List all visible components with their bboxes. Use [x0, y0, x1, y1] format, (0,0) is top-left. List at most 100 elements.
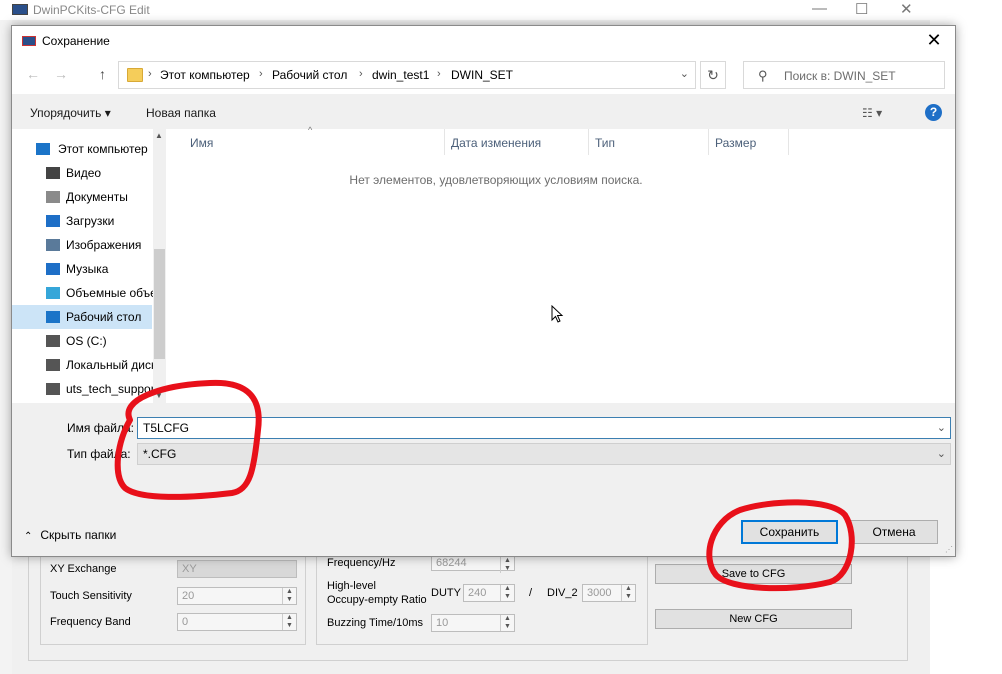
background-titlebar: DwinPCKits-CFG Edit — ☐ ✕ [0, 0, 930, 20]
music-icon [46, 263, 60, 275]
duty-stepper[interactable]: 240 ▲ ▼ [463, 584, 515, 602]
breadcrumb-separator: › [259, 68, 263, 80]
tree-item[interactable]: Локальный диск [12, 353, 156, 377]
high-level-label-line2: Occupy-empty Ratio [327, 594, 427, 606]
scroll-thumb[interactable] [154, 249, 165, 359]
search-placeholder: Поиск в: DWIN_SET [784, 69, 896, 83]
tree-item-label: uts_tech_support [66, 382, 159, 396]
filename-label: Имя файла: [67, 421, 134, 435]
dialog-app-icon [22, 36, 36, 46]
tree-item[interactable]: Документы [12, 185, 152, 209]
back-arrow-icon[interactable]: ← [26, 66, 40, 82]
column-divider[interactable] [788, 129, 789, 155]
tree-item[interactable]: Изображения [12, 233, 152, 257]
3d-objects-icon [46, 287, 60, 299]
breadcrumb-desktop[interactable]: Рабочий стол [272, 68, 347, 82]
maximize-icon[interactable]: ☐ [855, 0, 868, 18]
search-box[interactable]: ⚲ Поиск в: DWIN_SET [743, 61, 945, 89]
filetype-select[interactable]: *.CFG ⌄ [137, 443, 951, 465]
breadcrumb-separator: › [437, 68, 441, 80]
close-icon[interactable]: ✕ [900, 0, 913, 18]
tree-item[interactable]: Рабочий стол [12, 305, 152, 329]
background-app-title: DwinPCKits-CFG Edit [33, 3, 150, 17]
filename-input[interactable] [143, 421, 923, 435]
navigation-tree: Этот компьютер Видео Документы Загрузки Изоб… [12, 129, 166, 403]
scroll-up-arrow-icon[interactable]: ▲ [155, 131, 163, 140]
dialog-content: Этот компьютер Видео Документы Загрузки Изоб… [12, 125, 955, 403]
documents-icon [46, 191, 60, 203]
duty-label: DUTY [431, 587, 461, 599]
div2-label: DIV_2 [547, 587, 578, 599]
filetype-value: *.CFG [143, 447, 177, 461]
tree-item[interactable]: Видео [12, 161, 152, 185]
hide-folders-label: Скрыть папки [40, 528, 117, 542]
column-divider[interactable] [588, 129, 589, 155]
new-cfg-button[interactable]: New CFG [655, 609, 852, 629]
forward-arrow-icon[interactable]: → [54, 66, 68, 82]
minimize-icon[interactable]: — [812, 0, 827, 17]
organize-button[interactable]: Упорядочить ▾ [30, 106, 111, 120]
tree-item[interactable]: Объемные объекты [12, 281, 166, 305]
chevron-down-icon[interactable]: ⌄ [937, 421, 946, 434]
xy-exchange-select[interactable]: XY [177, 560, 297, 578]
chevron-down-icon[interactable]: ⌄ [937, 447, 946, 460]
help-icon[interactable]: ? [925, 104, 942, 121]
slash-label: / [529, 587, 533, 599]
buzzing-time-stepper[interactable]: 10 ▲ ▼ [431, 614, 515, 632]
tree-item-label: Документы [66, 190, 128, 204]
chevron-down-icon[interactable]: ⌄ [680, 67, 689, 80]
div2-stepper[interactable]: 3000 ▲ ▼ [582, 584, 636, 602]
column-date-modified[interactable]: Дата изменения [451, 136, 541, 150]
view-options-icon[interactable]: ☷ ▾ [862, 106, 882, 120]
scroll-down-arrow-icon[interactable]: ▼ [155, 391, 163, 400]
dialog-titlebar: Сохранение ✕ [12, 26, 955, 56]
tree-item-label: Загрузки [66, 214, 115, 228]
tree-item-label: Объемные объекты [66, 286, 166, 300]
column-name[interactable]: Имя [190, 136, 213, 150]
tree-item[interactable]: Музыка [12, 257, 152, 281]
column-size[interactable]: Размер [715, 136, 756, 150]
new-folder-button[interactable]: Новая папка [146, 106, 216, 120]
frequency-hz-stepper[interactable]: 68244 ▲ ▼ [431, 556, 515, 573]
breadcrumb-dwin-set[interactable]: DWIN_SET [451, 68, 513, 82]
tree-item-label: Музыка [66, 262, 109, 276]
refresh-icon[interactable]: ↻ [700, 61, 726, 89]
drive-icon [46, 335, 60, 347]
downloads-icon [46, 215, 60, 227]
tree-item[interactable]: Этот компьютер [12, 137, 152, 161]
save-button[interactable]: Сохранить [741, 520, 838, 544]
dialog-close-icon[interactable]: ✕ [919, 29, 949, 53]
file-list[interactable]: ^ Имя Дата изменения Тип Размер Нет элем… [168, 125, 955, 403]
folder-icon [127, 68, 143, 82]
buzzing-time-label: Buzzing Time/10ms [327, 617, 423, 629]
column-type[interactable]: Тип [595, 136, 615, 150]
tree-item-label: Изображения [66, 238, 142, 252]
frequency-band-label: Frequency Band [50, 616, 131, 628]
breadcrumb-dwin-test1[interactable]: dwin_test1 [372, 68, 429, 82]
tree-item[interactable]: OS (C:) [12, 329, 152, 353]
tree-scrollbar[interactable]: ▲ ▼ [153, 129, 166, 403]
desktop-icon [46, 311, 60, 323]
address-bar[interactable]: › Этот компьютер › Рабочий стол › dwin_t… [118, 61, 696, 89]
mouse-cursor-icon [551, 305, 564, 323]
hide-folders-toggle[interactable]: ⌃ Скрыть папки [24, 528, 116, 542]
column-divider[interactable] [708, 129, 709, 155]
save-to-cfg-button[interactable]: Save to CFG [655, 564, 852, 584]
cancel-button[interactable]: Отмена [850, 520, 938, 544]
breadcrumb-separator: › [359, 68, 363, 80]
frequency-band-stepper[interactable]: 0 ▲ ▼ [177, 613, 297, 631]
column-divider[interactable] [444, 129, 445, 155]
tree-item[interactable]: Загрузки [12, 209, 152, 233]
resize-grip-icon[interactable]: ⋰ [945, 545, 953, 554]
filename-field[interactable]: ⌄ [137, 417, 951, 439]
tree-item-label: Видео [66, 166, 102, 180]
navigation-bar: ← → ↑ › Этот компьютер › Рабочий стол › … [12, 56, 955, 94]
high-level-label-line1: High-level [327, 580, 376, 592]
tree-item[interactable]: uts_tech_support [12, 377, 158, 401]
up-arrow-icon[interactable]: ↑ [99, 66, 106, 82]
touch-sensitivity-stepper[interactable]: 20 ▲ ▼ [177, 587, 297, 605]
tree-item-label: OS (C:) [66, 334, 107, 348]
video-icon [46, 167, 60, 179]
dialog-title: Сохранение [42, 34, 110, 48]
breadcrumb-this-pc[interactable]: Этот компьютер [160, 68, 250, 82]
